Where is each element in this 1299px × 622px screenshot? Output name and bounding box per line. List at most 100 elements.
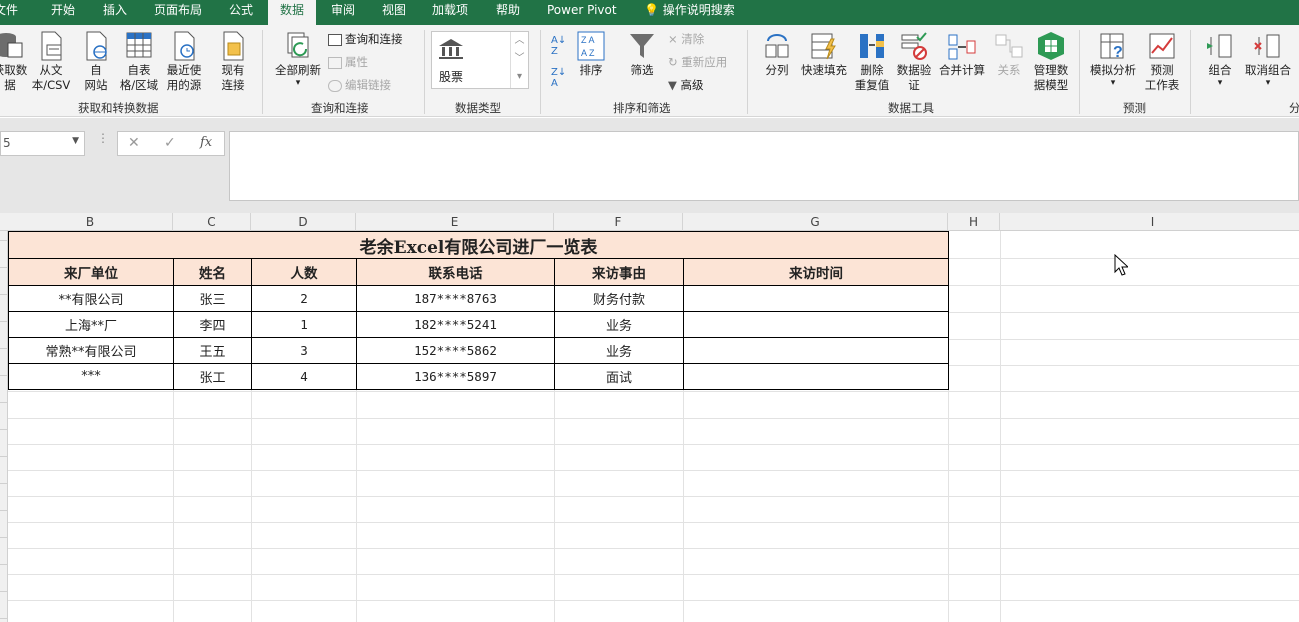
get-data-button[interactable]: 获取数 据 [0, 31, 28, 93]
forecast-sheet-button[interactable]: 预测 工作表 [1142, 31, 1182, 93]
table-cell[interactable]: 1 [251, 311, 357, 338]
flash-fill-button[interactable]: 快速填充 [798, 31, 850, 78]
tab-3[interactable]: 页面布局 [154, 0, 202, 25]
table-cell[interactable]: 上海**厂 [8, 311, 174, 338]
column-header-g[interactable]: G [683, 213, 948, 231]
table-cell[interactable]: 王五 [173, 337, 252, 364]
tab-1[interactable]: 开始 [51, 0, 75, 25]
from-web-button[interactable]: 自 网站 [81, 31, 111, 93]
column-header-i[interactable]: I [1000, 213, 1299, 231]
tab-5[interactable]: 数据 [268, 0, 317, 25]
name-box-dropdown-icon[interactable]: ▼ [72, 136, 79, 146]
sort-descending-button[interactable]: Z↓ A [551, 67, 566, 89]
gallery-up-icon[interactable]: ︿ [511, 32, 528, 50]
advanced-filter-button[interactable]: ▼ 高级 [668, 78, 704, 93]
consolidate-button[interactable]: 合并计算 [935, 31, 989, 78]
table-cell[interactable] [683, 311, 949, 338]
refresh-all-button[interactable]: 全部刷新 ▾ [270, 31, 326, 88]
existing-connections-button[interactable]: 现有 连接 [215, 31, 251, 93]
column-header-b[interactable]: B [8, 213, 173, 231]
table-cell[interactable]: 常熟**有限公司 [8, 337, 174, 364]
ungroup-button[interactable]: 取消组合 ▾ [1241, 31, 1295, 88]
formula-controls: ✕ ✓ fx [117, 131, 225, 156]
filter-button[interactable]: 筛选 [625, 31, 659, 78]
table-cell[interactable]: 面试 [554, 363, 684, 390]
ribbon-tab-bar: 文件 开始 插入 页面布局 公式 数据 审阅 视图 加载项 帮助 Power Pivot 💡 操作说明… [0, 0, 1299, 25]
column-header-e[interactable]: E [356, 213, 554, 231]
from-table-button[interactable]: 自表 格/区域 [117, 31, 161, 93]
table-cell[interactable] [683, 363, 949, 390]
insert-function-icon[interactable]: fx [200, 135, 212, 150]
queries-connections-button[interactable]: 查询和连接 [328, 32, 403, 47]
group-button[interactable]: 组合 ▾ [1200, 31, 1240, 88]
table-cell[interactable]: 187****8763 [356, 285, 555, 312]
table-cell[interactable]: 张工 [173, 363, 252, 390]
flash-fill-label: 快速填充 [801, 63, 847, 77]
table-row: **有限公司 张三 2 187****8763 财务付款 [8, 285, 949, 312]
clear-filter-button[interactable]: ⨯ 清除 [668, 32, 704, 47]
gallery-down-icon[interactable]: ﹀ [511, 50, 528, 68]
table-cell[interactable] [683, 285, 949, 312]
table-cell[interactable]: 业务 [554, 311, 684, 338]
name-box[interactable]: 5 ▼ [0, 131, 85, 156]
manage-data-model-button[interactable]: 管理数 据模型 [1030, 31, 1072, 93]
table-cell[interactable]: 152****5862 [356, 337, 555, 364]
data-types-gallery[interactable]: 股票 ︿ ﹀ ▾ [431, 31, 529, 89]
cancel-icon[interactable]: ✕ [128, 135, 140, 151]
what-if-analysis-button[interactable]: ? 模拟分析 ▾ [1086, 31, 1140, 88]
text-to-columns-button[interactable]: 分列 [757, 31, 797, 78]
header-cell[interactable]: 姓名 [173, 258, 252, 286]
table-cell[interactable]: **有限公司 [8, 285, 174, 312]
table-cell[interactable]: 张三 [173, 285, 252, 312]
tab-0[interactable]: 文件 [0, 0, 18, 25]
edit-links-button[interactable]: 编辑链接 [328, 78, 391, 93]
tab-7[interactable]: 视图 [382, 0, 406, 25]
table-cell[interactable]: 2 [251, 285, 357, 312]
table-cell[interactable]: 136****5897 [356, 363, 555, 390]
table-cell[interactable]: 3 [251, 337, 357, 364]
header-cell[interactable]: 人数 [251, 258, 357, 286]
tab-8[interactable]: 加载项 [432, 0, 468, 25]
gallery-scroll[interactable]: ︿ ﹀ ▾ [510, 32, 528, 88]
funnel-icon [630, 34, 654, 58]
column-header-f[interactable]: F [554, 213, 683, 231]
column-header-d[interactable]: D [251, 213, 356, 231]
table-cell[interactable]: *** [8, 363, 174, 390]
properties-button[interactable]: 属性 [328, 55, 368, 70]
table-cell[interactable]: 业务 [554, 337, 684, 364]
recent-sources-button[interactable]: 最近使 用的源 [163, 31, 205, 93]
sort-ascending-button[interactable]: A↓ Z [551, 35, 566, 57]
tab-2[interactable]: 插入 [103, 0, 127, 25]
table-cell[interactable]: 4 [251, 363, 357, 390]
header-cell[interactable]: 联系电话 [356, 258, 555, 286]
table-cell[interactable]: 财务付款 [554, 285, 684, 312]
from-text-csv-button[interactable]: 从文 本/CSV [30, 31, 72, 93]
gallery-more-icon[interactable]: ▾ [511, 68, 528, 86]
header-cell[interactable]: 来厂单位 [8, 258, 174, 286]
table-cell[interactable] [683, 337, 949, 364]
table-cell[interactable]: 182****5241 [356, 311, 555, 338]
header-cell[interactable]: 来访事由 [554, 258, 684, 286]
sort-za-icon: Z↓ A [551, 67, 567, 89]
remove-duplicates-button[interactable]: 删除 重复值 [852, 31, 892, 93]
tab-6[interactable]: 审阅 [331, 0, 355, 25]
header-cell[interactable]: 来访时间 [683, 258, 949, 286]
tab-4[interactable]: 公式 [229, 0, 253, 25]
tab-9[interactable]: 帮助 [496, 0, 520, 25]
table-title[interactable]: 老余Excel有限公司进厂一览表 [8, 231, 949, 259]
column-header-c[interactable]: C [173, 213, 251, 231]
tab-11[interactable]: 💡 操作说明搜索 [644, 0, 735, 25]
sort-button[interactable]: Z A A Z 排序 [574, 31, 608, 78]
table-cell[interactable]: 李四 [173, 311, 252, 338]
formula-input[interactable] [229, 131, 1299, 201]
formula-bar-grip-icon[interactable]: ⋮ [97, 132, 109, 144]
tab-10[interactable]: Power Pivot [547, 0, 617, 25]
relationships-button[interactable]: 关系 [991, 31, 1027, 78]
table-row: 上海**厂 李四 1 182****5241 业务 [8, 311, 949, 338]
enter-icon[interactable]: ✓ [164, 135, 176, 151]
data-validation-button[interactable]: 数据验 证 [894, 31, 934, 93]
table-row: *** 张工 4 136****5897 面试 [8, 363, 949, 390]
reapply-button[interactable]: ↻ 重新应用 [668, 55, 727, 70]
dropdown-arrow-icon: ▾ [295, 78, 301, 88]
column-header-h[interactable]: H [948, 213, 1000, 231]
